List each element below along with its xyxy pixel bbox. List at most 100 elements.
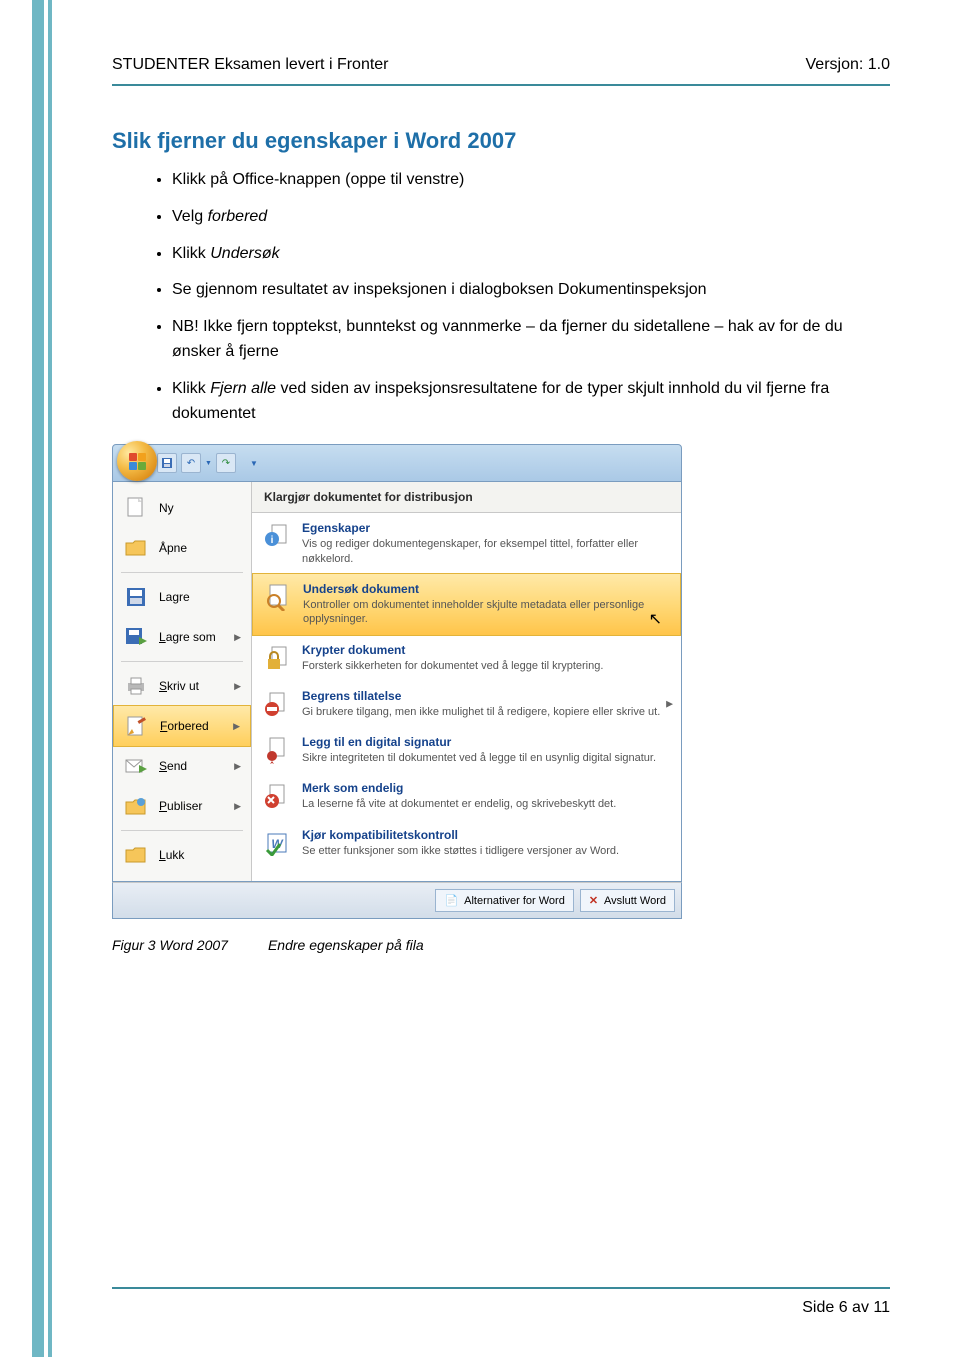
instruction-item: Se gjennom resultatet av inspeksjonen i … [172,278,890,303]
section-heading: Slik fjerner du egenskaper i Word 2007 [112,128,890,154]
restrict-icon [262,689,292,719]
submenu-desc: Gi brukere tilgang, men ikke mulighet ti… [302,705,671,719]
instruction-item: Klikk på Office-knappen (oppe til venstr… [172,168,890,193]
office-button[interactable] [117,441,157,481]
submenu-title: Egenskaper [302,521,671,535]
publish-icon [123,794,149,818]
menu-label: Ny [159,501,174,515]
redo-icon[interactable]: ↷ [216,453,236,473]
chevron-right-icon: ▶ [234,801,241,812]
save-as-icon [123,625,149,649]
header-title: STUDENTER Eksamen levert i Fronter [112,56,389,74]
menu-item-new[interactable]: Ny [113,488,251,528]
options-icon: 📄 [444,894,458,907]
menu-item-save[interactable]: Lagre [113,577,251,617]
close-folder-icon [123,843,149,867]
submenu-desc: Kontroller om dokumentet inneholder skju… [303,598,670,627]
submenu-item-final[interactable]: Merk som endelig La leserne få vite at d… [252,773,681,819]
prepare-icon [124,714,150,738]
caption-desc: Endre egenskaper på fila [268,937,424,953]
office-menu-left-panel: Ny Åpne Lagre Lagre som ▶ [113,482,252,881]
folder-open-icon [123,536,149,560]
header-rule [112,84,890,86]
svg-text:i: i [271,535,274,546]
save-disk-icon [123,585,149,609]
menu-item-print[interactable]: Skriv ut ▶ [113,666,251,706]
instruction-item: Velg forbered [172,205,890,230]
chevron-right-icon: ▶ [234,632,241,643]
submenu-title: Krypter dokument [302,643,671,657]
page-header: STUDENTER Eksamen levert i Fronter Versj… [112,50,890,84]
menu-item-save-as[interactable]: Lagre som ▶ [113,617,251,657]
signature-icon [262,735,292,765]
chevron-right-icon: ▶ [233,721,240,732]
footer-rule [112,1287,890,1289]
submenu-title: Begrens tillatelse [302,689,671,703]
instruction-text: Klikk [172,245,210,262]
submenu-desc: Se etter funksjoner som ikke støttes i t… [302,844,671,858]
menu-label: Åpne [159,541,187,555]
instruction-item: NB! Ikke fjern topptekst, bunntekst og v… [172,315,890,365]
submenu-item-restrict[interactable]: Begrens tillatelse Gi brukere tilgang, m… [252,681,681,727]
office-menu-right-panel: Klargjør dokumentet for distribusjon i E… [252,482,681,881]
chevron-right-icon: ▶ [666,699,673,710]
submenu-desc: Sikre integriteten til dokumentet ved å … [302,751,671,765]
menu-label: Skriv ut [159,679,199,693]
new-file-icon [123,496,149,520]
instruction-text: Velg [172,208,208,225]
chevron-right-icon: ▶ [234,681,241,692]
word-options-button[interactable]: 📄 Alternativer for Word [435,889,573,912]
submenu-desc: Forsterk sikkerheten for dokumentet ved … [302,659,671,673]
instruction-list: Klikk på Office-knappen (oppe til venstr… [112,168,890,426]
menu-label: Lagre [159,590,190,604]
instruction-keyword: Undersøk [210,245,279,262]
submenu-item-properties[interactable]: i Egenskaper Vis og rediger dokumentegen… [252,513,681,574]
chevron-right-icon: ▶ [234,761,241,772]
office-menu-footer: 📄 Alternativer for Word ✕ Avslutt Word [112,882,682,919]
undo-icon[interactable]: ↶ [181,453,201,473]
menu-item-send[interactable]: Send ▶ [113,746,251,786]
submenu-title: Undersøk dokument [303,582,670,596]
inspect-icon [263,582,293,612]
submenu-item-compat[interactable]: W Kjør kompatibilitetskontroll Se etter … [252,820,681,866]
figure-caption: Figur 3 Word 2007 Endre egenskaper på fi… [112,937,890,953]
instruction-keyword: forbered [208,208,268,225]
button-label: Alternativer for Word [464,895,565,907]
printer-icon [123,674,149,698]
menu-item-publish[interactable]: Publiser ▶ [113,786,251,826]
quick-access-toolbar: ↶ ▼ ↷ ▼ [112,444,682,482]
instruction-item: Klikk Fjern alle ved siden av inspeksjon… [172,377,890,427]
menu-label: Lukk [159,848,184,862]
close-icon: ✕ [589,894,598,907]
office-menu-screenshot: ↶ ▼ ↷ ▼ Ny Åpne [112,444,682,919]
save-icon[interactable] [157,453,177,473]
right-panel-title: Klargjør dokumentet for distribusjon [252,482,681,513]
compatibility-icon: W [262,828,292,858]
menu-item-close[interactable]: Lukk [113,835,251,875]
caption-figure: Figur 3 Word 2007 [112,937,228,953]
menu-label: Publiser [159,799,202,813]
menu-item-prepare[interactable]: Forbered ▶ [113,705,251,747]
menu-label: Forbered [160,719,209,733]
exit-word-button[interactable]: ✕ Avslutt Word [580,889,675,912]
submenu-desc: Vis og rediger dokumentegenskaper, for e… [302,537,671,566]
submenu-title: Legg til en digital signatur [302,735,671,749]
submenu-desc: La leserne få vite at dokumentet er ende… [302,797,671,811]
submenu-item-encrypt[interactable]: Krypter dokument Forsterk sikkerheten fo… [252,635,681,681]
properties-icon: i [262,521,292,551]
submenu-item-signature[interactable]: Legg til en digital signatur Sikre integ… [252,727,681,773]
submenu-title: Kjør kompatibilitetskontroll [302,828,671,842]
instruction-keyword: Fjern alle [210,380,276,397]
button-label: Avslutt Word [604,895,666,907]
page-number: Side 6 av 11 [112,1299,890,1317]
mark-final-icon [262,781,292,811]
menu-item-open[interactable]: Åpne [113,528,251,568]
menu-label: Send [159,759,187,773]
page-accent-bars [32,0,60,1357]
header-version: Versjon: 1.0 [806,56,891,74]
cursor-icon: ↖ [649,609,662,629]
submenu-title: Merk som endelig [302,781,671,795]
submenu-item-inspect[interactable]: Undersøk dokument Kontroller om dokument… [252,573,681,636]
menu-label: Lagre som [159,630,216,644]
instruction-item: Klikk Undersøk [172,242,890,267]
